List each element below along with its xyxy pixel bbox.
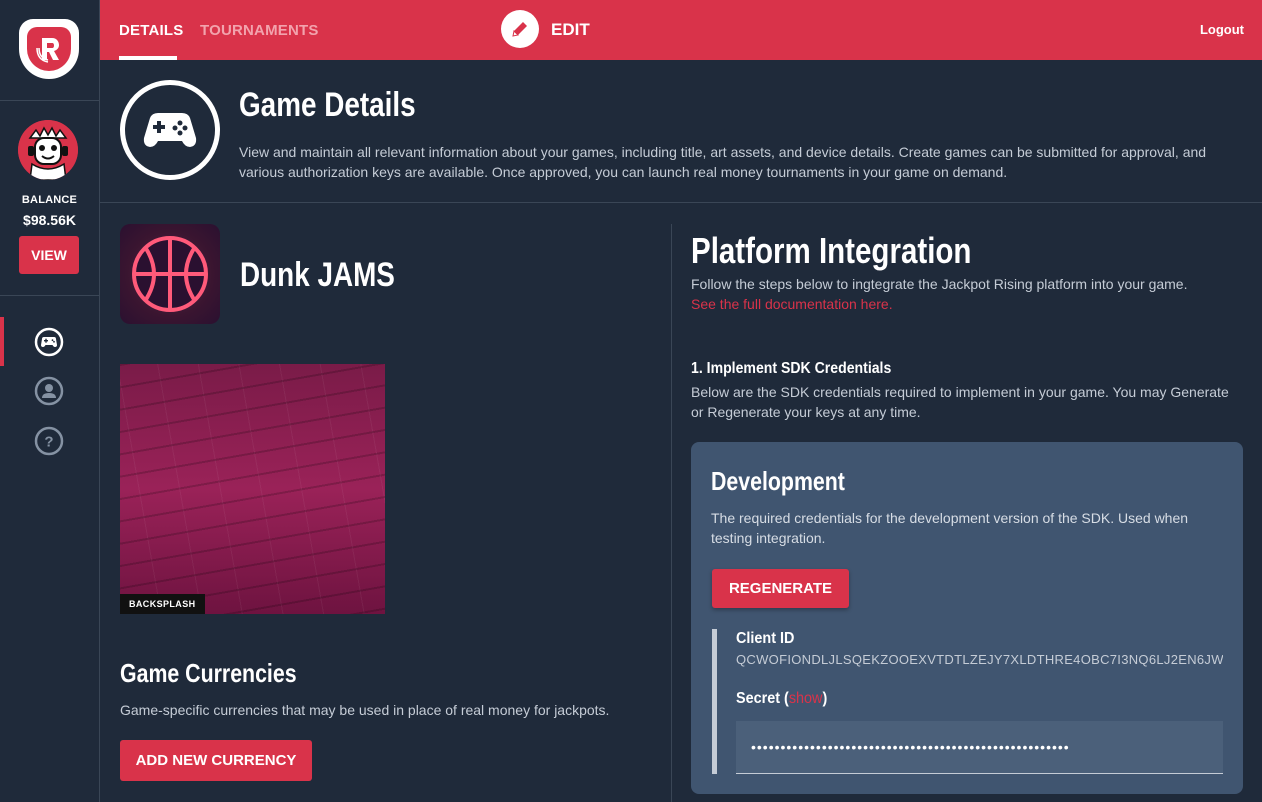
documentation-link[interactable]: See the full documentation here. <box>691 296 893 312</box>
page-title: Game Details <box>239 86 416 124</box>
balance-label: BALANCE <box>21 194 78 206</box>
tab-details[interactable]: DETAILS <box>119 22 183 39</box>
secret-label-text: Secret <box>736 690 781 707</box>
client-id-value[interactable]: QCWOFIONDLJLSQEKZOOEXVTDTLZEJY7XLDTHRE4O… <box>736 652 1223 667</box>
gamepad-icon <box>34 327 63 356</box>
logout-link[interactable]: Logout <box>1200 22 1244 37</box>
tab-tournaments[interactable]: TOURNAMENTS <box>200 22 319 39</box>
backsplash-image[interactable] <box>120 364 385 614</box>
logo-icon <box>27 27 71 71</box>
nav-active-indicator <box>0 317 4 366</box>
top-bar: DETAILS TOURNAMENTS EDIT Logout <box>100 0 1262 60</box>
game-currencies-description: Game-specific currencies that may be use… <box>120 702 610 718</box>
sidebar-divider <box>0 295 99 296</box>
edit-label[interactable]: EDIT <box>551 20 590 40</box>
show-secret-link[interactable]: show <box>789 690 823 707</box>
game-currencies-title: Game Currencies <box>120 658 297 688</box>
development-title: Development <box>711 466 845 496</box>
basketball-icon <box>132 236 208 312</box>
view-balance-button[interactable]: VIEW <box>19 236 79 274</box>
column-divider <box>671 224 672 802</box>
client-id-label: Client ID <box>736 630 795 647</box>
tab-active-underline <box>119 56 177 60</box>
gamepad-icon <box>143 113 197 147</box>
balance-value: $98.56K <box>23 212 76 228</box>
user-icon <box>34 376 63 405</box>
add-currency-button[interactable]: ADD NEW CURRENCY <box>120 740 312 781</box>
game-name: Dunk JAMS <box>240 256 395 294</box>
nav-item-profile[interactable] <box>33 375 64 406</box>
page-description: View and maintain all relevant informati… <box>239 144 1207 180</box>
svg-text:?: ? <box>44 433 53 450</box>
development-card: Development The required credentials for… <box>691 442 1243 794</box>
secret-label: Secret (show) <box>736 690 828 707</box>
regenerate-button[interactable]: REGENERATE <box>712 569 849 608</box>
jackpot-rising-logo[interactable] <box>19 19 79 79</box>
nav-item-games[interactable] <box>33 326 64 357</box>
backsplash-tag: BACKSPLASH <box>120 594 205 614</box>
platform-integration-title: Platform Integration <box>691 230 972 271</box>
credentials-accent-bar <box>712 629 717 774</box>
nav-item-help[interactable]: ? <box>33 425 64 456</box>
secret-field[interactable]: ••••••••••••••••••••••••••••••••••••••••… <box>736 721 1223 774</box>
sidebar-divider <box>0 100 99 101</box>
development-description: The required credentials for the develop… <box>711 510 1189 546</box>
header-divider <box>100 202 1262 203</box>
edit-button[interactable] <box>501 10 539 48</box>
game-icon-image[interactable] <box>120 224 220 324</box>
platform-integration-description: Follow the steps below to ingtegrate the… <box>691 276 1188 292</box>
sdk-credentials-title: 1. Implement SDK Credentials <box>691 360 892 377</box>
sidebar: BALANCE $98.56K VIEW ? <box>0 0 100 802</box>
avatar[interactable] <box>18 120 78 180</box>
game-details-header-icon <box>120 80 220 180</box>
help-icon: ? <box>34 426 63 455</box>
pencil-icon <box>512 22 527 37</box>
sdk-credentials-description: Below are the SDK credentials required t… <box>691 384 1229 420</box>
